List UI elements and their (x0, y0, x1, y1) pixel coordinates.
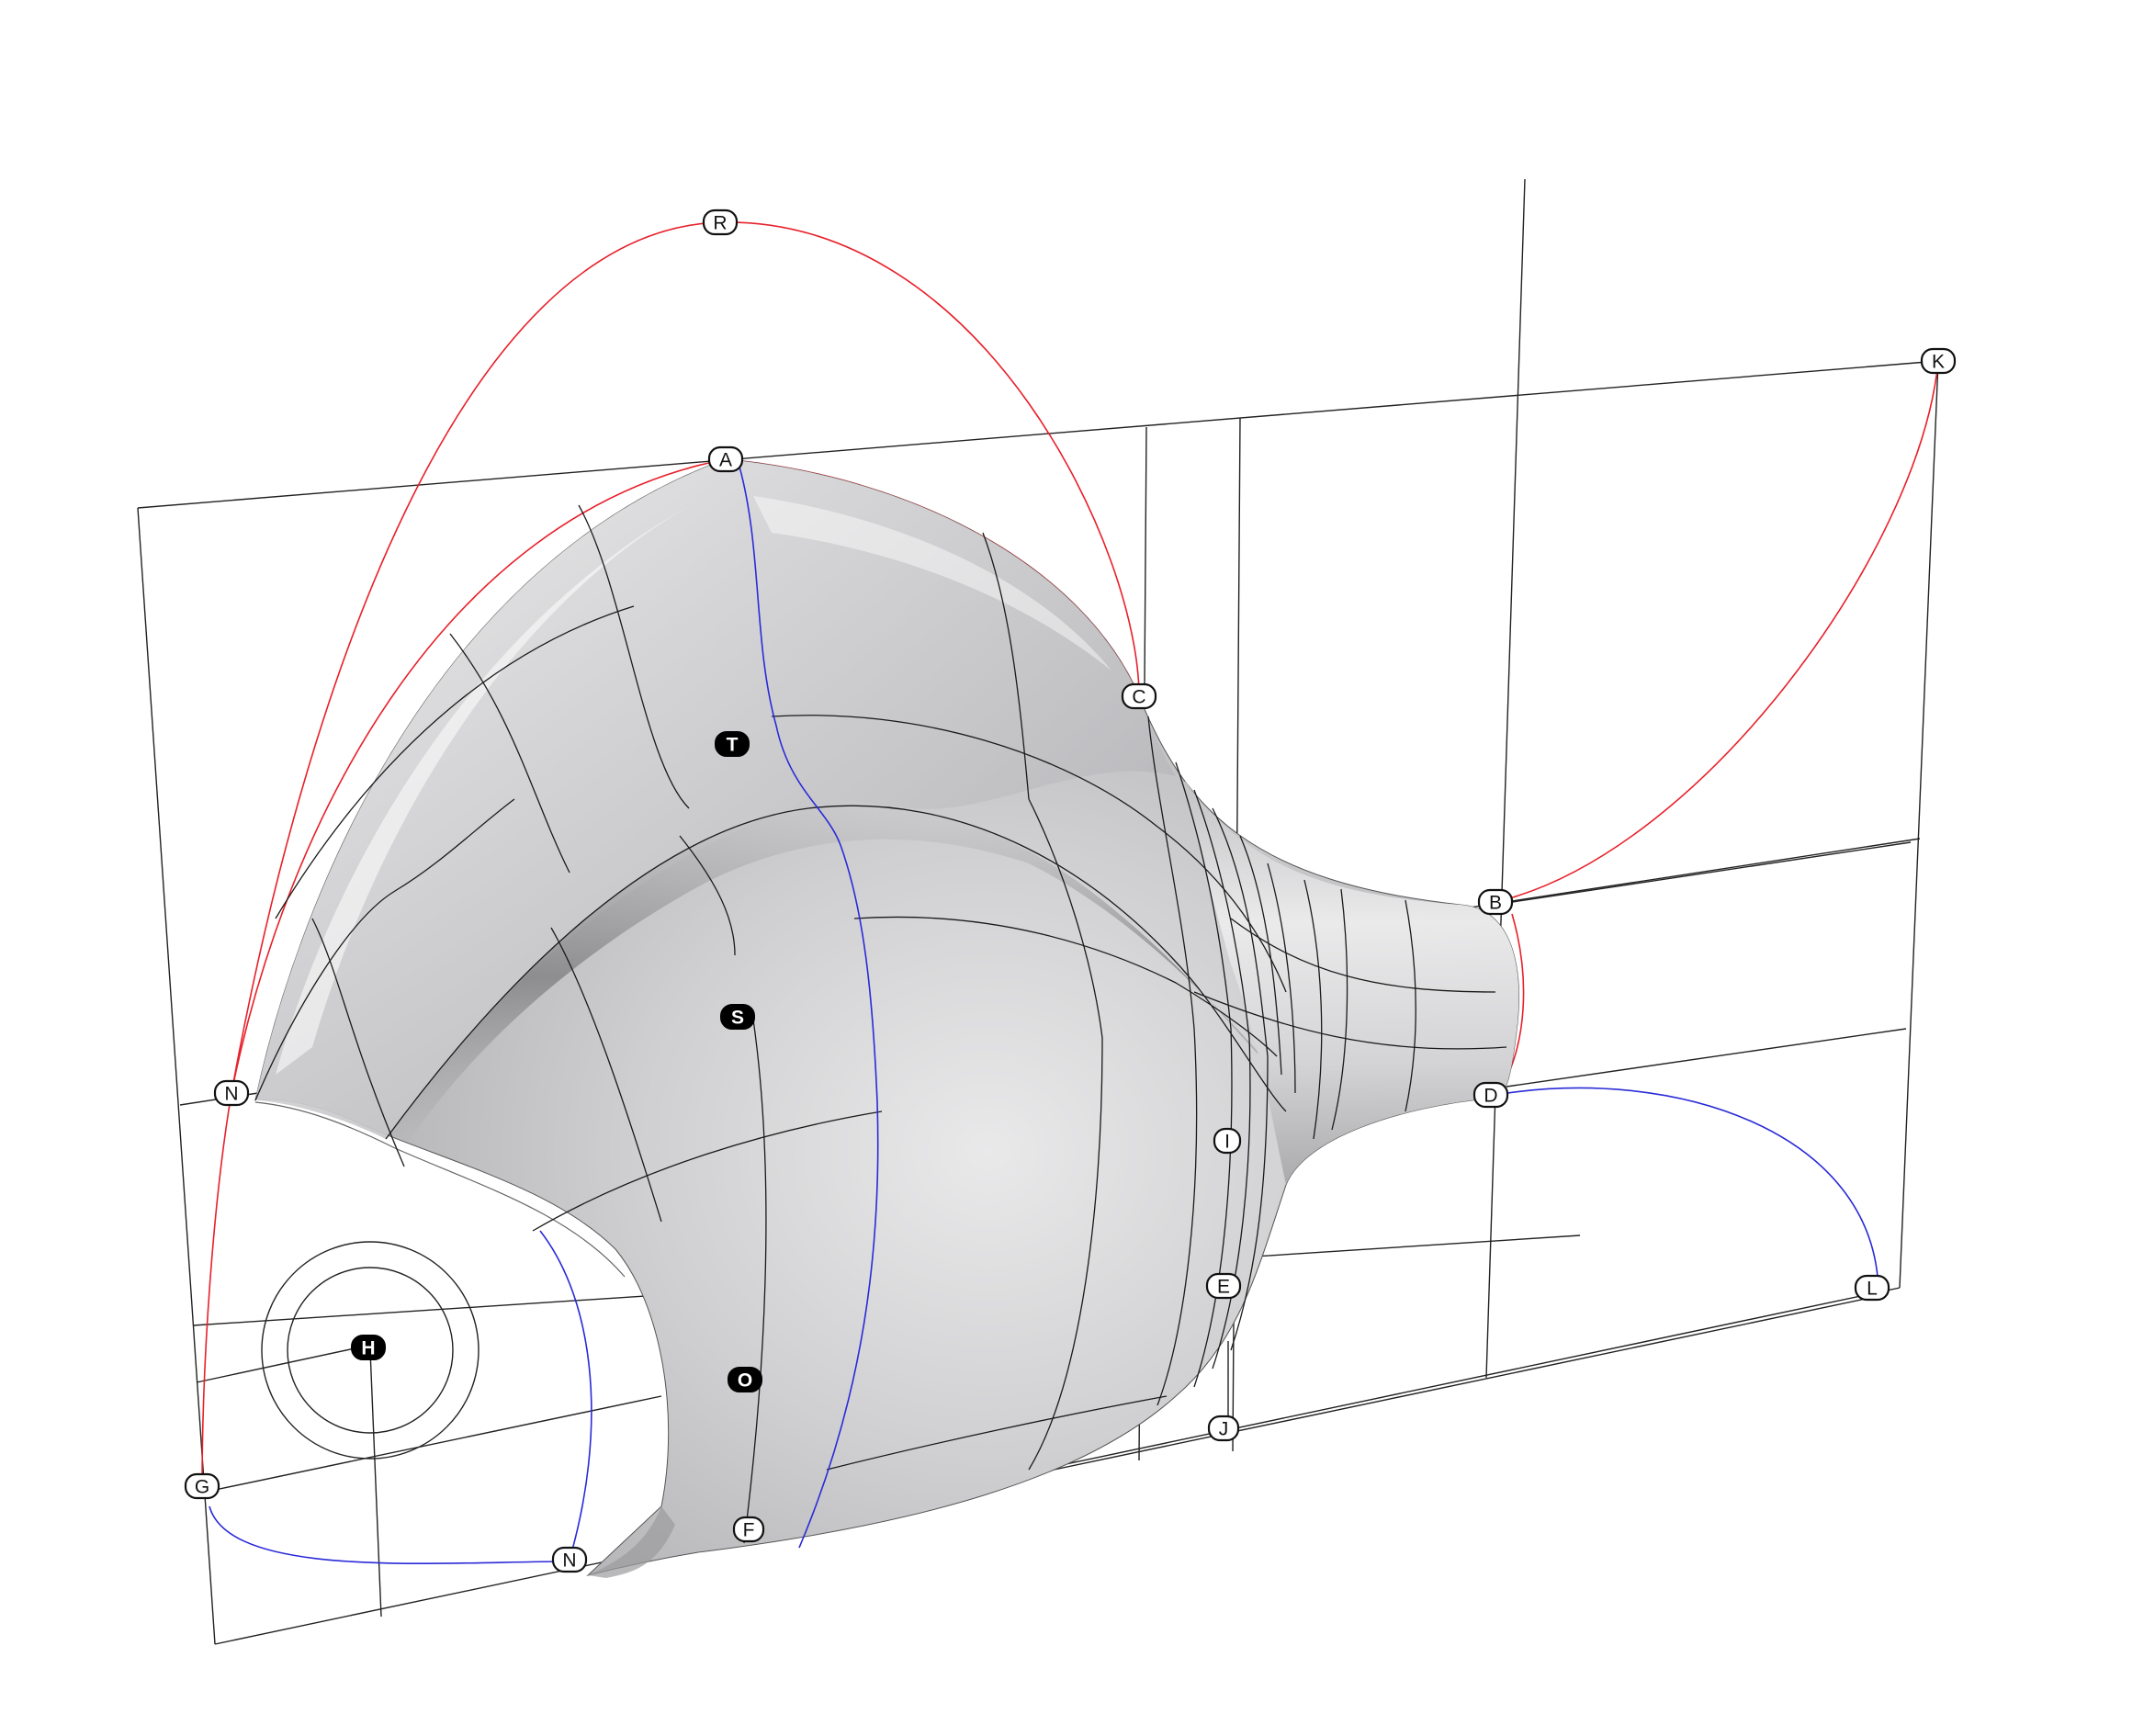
red-arc-n-g (201, 1092, 232, 1489)
label-n-top: N (213, 1079, 250, 1107)
red-curve-b-k (1495, 360, 1939, 903)
label-c: C (1121, 682, 1157, 710)
label-r: R (702, 209, 739, 236)
label-o: O (728, 1367, 762, 1392)
svg-text:D: D (1484, 1086, 1497, 1107)
label-s: S (720, 1004, 755, 1030)
cad-viewport[interactable]: R A K C T B S N D I E L H O J G F N (0, 0, 2155, 1736)
svg-text:T: T (727, 735, 739, 756)
svg-text:B: B (1489, 893, 1502, 914)
label-d: D (1472, 1081, 1509, 1109)
svg-text:O: O (738, 1370, 752, 1392)
label-e: E (1205, 1272, 1242, 1300)
svg-text:E: E (1217, 1277, 1230, 1298)
drawing-canvas[interactable]: R A K C T B S N D I E L H O J G F N (0, 0, 2155, 1736)
svg-text:N: N (224, 1084, 238, 1105)
label-h: H (351, 1335, 386, 1360)
swept-surface[interactable] (254, 458, 1519, 1578)
svg-text:N: N (562, 1550, 576, 1572)
label-j: J (1207, 1415, 1240, 1442)
svg-text:G: G (195, 1477, 209, 1498)
svg-text:A: A (719, 450, 732, 471)
label-k: K (1920, 347, 1957, 375)
svg-text:C: C (1132, 687, 1145, 708)
svg-text:K: K (1932, 352, 1945, 373)
svg-text:F: F (743, 1520, 755, 1541)
label-b: B (1477, 888, 1514, 916)
svg-text:J: J (1219, 1419, 1229, 1440)
svg-text:I: I (1224, 1132, 1230, 1153)
label-t: T (715, 731, 750, 757)
label-g: G (184, 1472, 220, 1500)
svg-text:S: S (731, 1008, 744, 1029)
svg-text:R: R (713, 213, 727, 234)
label-l: L (1854, 1274, 1890, 1302)
blue-curve-g-n (209, 1505, 570, 1565)
blue-curve-cut (539, 1230, 592, 1561)
blue-curve-d-l (1495, 1087, 1879, 1291)
label-a: A (707, 445, 744, 473)
svg-text:L: L (1867, 1279, 1878, 1300)
label-n-bottom: N (551, 1546, 588, 1573)
svg-text:H: H (361, 1338, 375, 1359)
label-i: I (1213, 1127, 1242, 1155)
label-f: F (732, 1516, 765, 1543)
